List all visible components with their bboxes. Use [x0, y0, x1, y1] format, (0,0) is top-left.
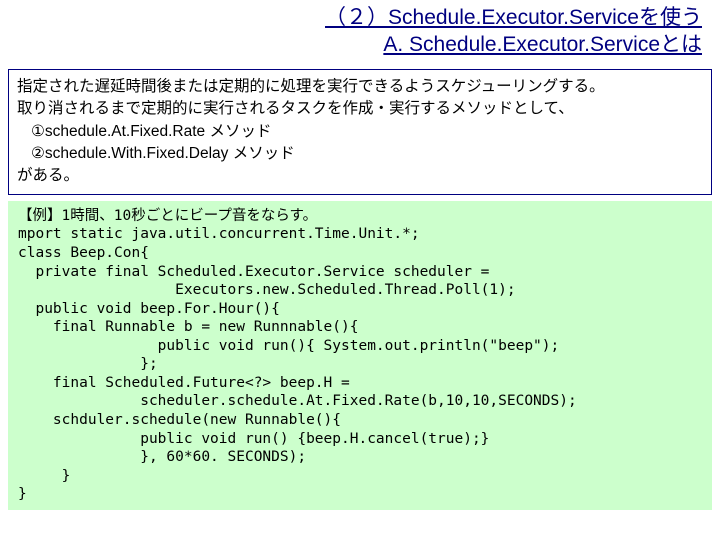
description-box: 指定された遅延時間後または定期的に処理を実行できるようスケジューリングする。 取… — [8, 69, 712, 195]
desc-line-3: がある。 — [17, 165, 703, 187]
page-title: （２）Schedule.Executor.Serviceを使う — [0, 0, 720, 31]
code-example: 【例】1時間、10秒ごとにビープ音をならす。 mport static java… — [8, 201, 712, 510]
page-subtitle: A. Schedule.Executor.Serviceとは — [0, 31, 720, 62]
desc-line-1: 指定された遅延時間後または定期的に処理を実行できるようスケジューリングする。 — [17, 76, 703, 98]
desc-method-1: ①schedule.At.Fixed.Rate メソッド — [17, 121, 703, 143]
desc-method-2: ②schedule.With.Fixed.Delay メソッド — [17, 143, 703, 165]
desc-line-2: 取り消されるまで定期的に実行されるタスクを作成・実行するメソッドとして、 — [17, 98, 703, 120]
